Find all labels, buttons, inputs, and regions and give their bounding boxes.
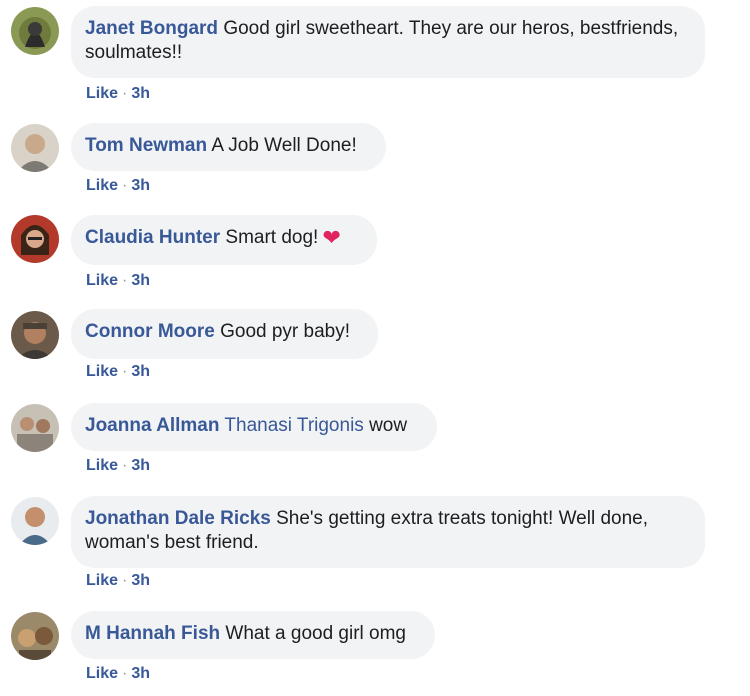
- like-button[interactable]: Like: [86, 363, 118, 380]
- like-button[interactable]: Like: [86, 457, 118, 474]
- comment-text: wow: [369, 415, 408, 436]
- like-button[interactable]: Like: [86, 272, 118, 289]
- timestamp[interactable]: 3h: [131, 572, 150, 589]
- comment-text: Smart dog!: [225, 227, 319, 248]
- mention-link[interactable]: Thanasi Trigonis: [224, 415, 363, 436]
- comment-text: Good pyr baby!: [220, 321, 351, 342]
- timestamp[interactable]: 3h: [131, 363, 150, 380]
- comment-actions: Like · 3h: [86, 457, 150, 475]
- comment-text: A Job Well Done!: [211, 135, 357, 156]
- avatar[interactable]: [11, 311, 59, 359]
- timestamp[interactable]: 3h: [131, 457, 150, 474]
- comment-bubble: Claudia Hunter Smart dog! ❤: [71, 215, 377, 265]
- timestamp[interactable]: 3h: [131, 272, 150, 289]
- comment-actions: Like · 3h: [86, 363, 150, 381]
- comment-author[interactable]: Jonathan Dale Ricks: [85, 508, 271, 529]
- comment-bubble: Jonathan Dale Ricks She's getting extra …: [71, 496, 705, 568]
- comment-bubble: Tom Newman A Job Well Done!: [71, 123, 386, 171]
- separator: ·: [122, 363, 128, 380]
- comment-author[interactable]: M Hannah Fish: [85, 623, 220, 644]
- comment-text: What a good girl omg: [225, 623, 406, 644]
- separator: ·: [122, 665, 128, 682]
- separator: ·: [122, 572, 128, 589]
- separator: ·: [122, 85, 128, 102]
- avatar[interactable]: [11, 404, 59, 452]
- comment-bubble: Janet Bongard Good girl sweetheart. They…: [71, 6, 705, 78]
- avatar[interactable]: [11, 7, 59, 55]
- timestamp[interactable]: 3h: [131, 665, 150, 682]
- avatar[interactable]: [11, 124, 59, 172]
- comment-bubble: Connor Moore Good pyr baby!: [71, 309, 378, 359]
- comment-author[interactable]: Claudia Hunter: [85, 227, 220, 248]
- like-button[interactable]: Like: [86, 572, 118, 589]
- comment-bubble: Joanna Allman Thanasi Trigonis wow: [71, 403, 437, 451]
- avatar[interactable]: [11, 497, 59, 545]
- separator: ·: [122, 457, 128, 474]
- comment-actions: Like · 3h: [86, 665, 150, 683]
- comment-actions: Like · 3h: [86, 177, 150, 195]
- comment-actions: Like · 3h: [86, 85, 150, 103]
- comment-author[interactable]: Joanna Allman: [85, 415, 219, 436]
- like-button[interactable]: Like: [86, 177, 118, 194]
- separator: ·: [122, 272, 128, 289]
- timestamp[interactable]: 3h: [131, 85, 150, 102]
- like-button[interactable]: Like: [86, 665, 118, 682]
- like-button[interactable]: Like: [86, 85, 118, 102]
- comment-author[interactable]: Tom Newman: [85, 135, 207, 156]
- heart-emoji-icon: ❤: [322, 225, 341, 250]
- comment-author[interactable]: Connor Moore: [85, 321, 215, 342]
- separator: ·: [122, 177, 128, 194]
- timestamp[interactable]: 3h: [131, 177, 150, 194]
- comment-bubble: M Hannah Fish What a good girl omg: [71, 611, 435, 659]
- comment-actions: Like · 3h: [86, 572, 150, 590]
- comment-actions: Like · 3h: [86, 272, 150, 290]
- avatar[interactable]: [11, 612, 59, 660]
- avatar[interactable]: [11, 215, 59, 263]
- comment-author[interactable]: Janet Bongard: [85, 18, 218, 39]
